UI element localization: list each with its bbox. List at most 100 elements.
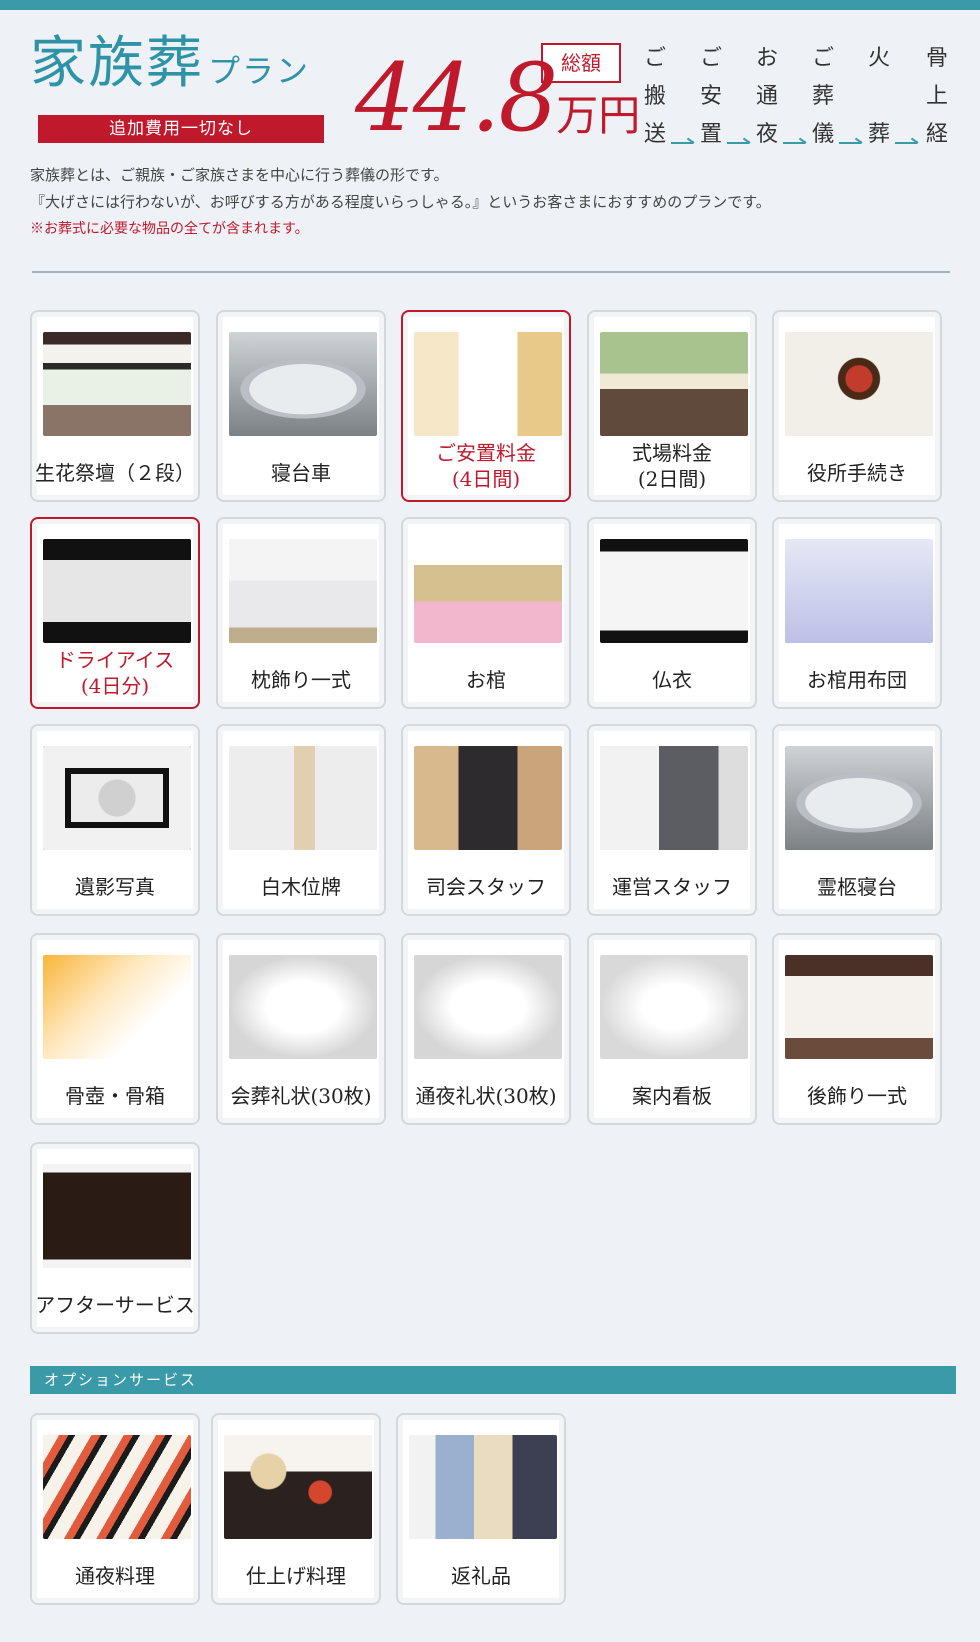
option-card: 通夜料理 <box>30 1413 200 1605</box>
item-label: お棺 <box>466 668 506 692</box>
item-card: 通夜礼状(30枚) <box>401 933 571 1125</box>
flow-char: 葬 <box>867 122 890 147</box>
flow-arrow <box>727 134 749 144</box>
flow-step-1: ご搬送 <box>642 40 668 154</box>
item-card: 枕飾り一式 <box>216 517 386 709</box>
flow-arrow <box>839 134 861 144</box>
futon-photo <box>785 539 933 643</box>
item-label: 案内看板 <box>632 1084 712 1108</box>
item-card: お棺用布団 <box>772 517 942 709</box>
flow-arrow <box>895 134 917 144</box>
option-services-heading: オプションサービス <box>30 1366 956 1394</box>
ice-photo <box>43 539 191 643</box>
no-extra-cost-badge: 追加費用一切なし <box>38 115 324 143</box>
item-label: 遺影写真 <box>75 875 155 899</box>
item-label: 後飾り一式 <box>807 1084 907 1108</box>
item-label: 寝台車 <box>271 461 331 485</box>
food-photo <box>224 1435 372 1539</box>
room-photo <box>414 332 562 436</box>
tablet-photo <box>229 746 377 850</box>
option-label: 返礼品 <box>451 1564 511 1588</box>
option-label: 仕上げ料理 <box>246 1564 346 1588</box>
flow-char: 置 <box>699 122 722 147</box>
flow-char: 上 <box>925 84 948 109</box>
item-label: 霊柩寝台 <box>817 875 897 899</box>
flow-char: 経 <box>925 122 948 147</box>
urn-photo <box>43 955 191 1059</box>
item-card: アフターサービス <box>30 1142 200 1334</box>
item-label: 生花祭壇（２段） <box>35 461 195 485</box>
flow-char: 儀 <box>811 122 834 147</box>
hall-photo <box>600 332 748 436</box>
item-card: 霊柩寝台 <box>772 724 942 916</box>
flow-arrow <box>783 134 805 144</box>
item-card: 司会スタッフ <box>401 724 571 916</box>
flow-step-2: ご安置 <box>698 40 724 154</box>
item-card: 骨壺・骨箱 <box>30 933 200 1125</box>
flow-char: ご <box>699 46 722 71</box>
item-card: 遺影写真 <box>30 724 200 916</box>
item-label: お棺用布団 <box>807 668 907 692</box>
divider <box>32 271 950 273</box>
item-label: アフターサービス <box>35 1293 195 1317</box>
staff-photo <box>600 746 748 850</box>
flow-char: 送 <box>643 122 666 147</box>
item-label: 式場料金 (2日間) <box>632 441 712 491</box>
item-card: 仏衣 <box>587 517 757 709</box>
butsudan-photo <box>43 1164 191 1268</box>
item-label: 仏衣 <box>652 668 692 692</box>
item-label: 通夜礼状(30枚) <box>415 1084 557 1108</box>
sign-photo <box>600 955 748 1059</box>
flow-char <box>866 78 892 116</box>
item-label: ご安置料金 (4日間) <box>436 441 536 491</box>
option-card: 仕上げ料理 <box>211 1413 381 1605</box>
flow-char: お <box>755 46 778 71</box>
after-photo <box>785 955 933 1059</box>
price-unit: 万円 <box>556 91 641 140</box>
sushi-photo <box>43 1435 191 1539</box>
flow-char: 夜 <box>755 122 778 147</box>
stamp-photo <box>785 332 933 436</box>
item-card: 後飾り一式 <box>772 933 942 1125</box>
price: 44.8万円 <box>355 52 640 146</box>
item-card: 案内看板 <box>587 933 757 1125</box>
frame-photo <box>43 746 191 850</box>
description-line-1: 家族葬とは、ご親族・ご家族さまを中心に行う葬儀の形です。 <box>30 166 449 184</box>
item-card: 運営スタッフ <box>587 724 757 916</box>
towel-photo <box>409 1435 557 1539</box>
item-card: 生花祭壇（２段） <box>30 310 200 502</box>
item-card: 会葬礼状(30枚) <box>216 933 386 1125</box>
flow-char: 通 <box>755 84 778 109</box>
flow-step-5: 火葬 <box>866 40 892 154</box>
flow-char: 火 <box>867 46 890 71</box>
letter-photo <box>414 955 562 1059</box>
cloth-photo <box>600 539 748 643</box>
option-card: 返礼品 <box>396 1413 566 1605</box>
item-card: ドライアイス (4日分) <box>30 517 200 709</box>
car-photo <box>785 746 933 850</box>
description-line-2: 『大げさには行わないが、お呼びする方がある程度いらっしゃる。』というお客さまにお… <box>30 193 771 211</box>
flow-char: ご <box>811 46 834 71</box>
flow-step-3: お通夜 <box>754 40 780 154</box>
item-label: 会葬礼状(30枚) <box>230 1084 372 1108</box>
price-number: 44.8 <box>355 44 558 153</box>
flow-arrow <box>671 134 693 144</box>
item-label: 司会スタッフ <box>426 875 546 899</box>
item-label: 骨壺・骨箱 <box>65 1084 165 1108</box>
flow-step-6: 骨上経 <box>924 40 950 154</box>
letter-photo <box>229 955 377 1059</box>
flow-char: 骨 <box>925 46 948 71</box>
flow-char: 搬 <box>643 84 666 109</box>
item-label: ドライアイス (4日分) <box>55 648 175 698</box>
coffin-photo <box>414 539 562 643</box>
plan-title-suffix: プラン <box>208 52 311 90</box>
car-photo <box>229 332 377 436</box>
item-card: 役所手続き <box>772 310 942 502</box>
flow-char: 葬 <box>811 84 834 109</box>
item-card: 白木位牌 <box>216 724 386 916</box>
service-flow: ご搬送 ご安置 お通夜 ご葬儀 火葬 骨上経 <box>642 40 962 155</box>
item-label: 白木位牌 <box>261 875 341 899</box>
plan-title: 家族葬 プラン <box>30 36 310 92</box>
pillow-photo <box>229 539 377 643</box>
item-label: 役所手続き <box>807 461 907 485</box>
